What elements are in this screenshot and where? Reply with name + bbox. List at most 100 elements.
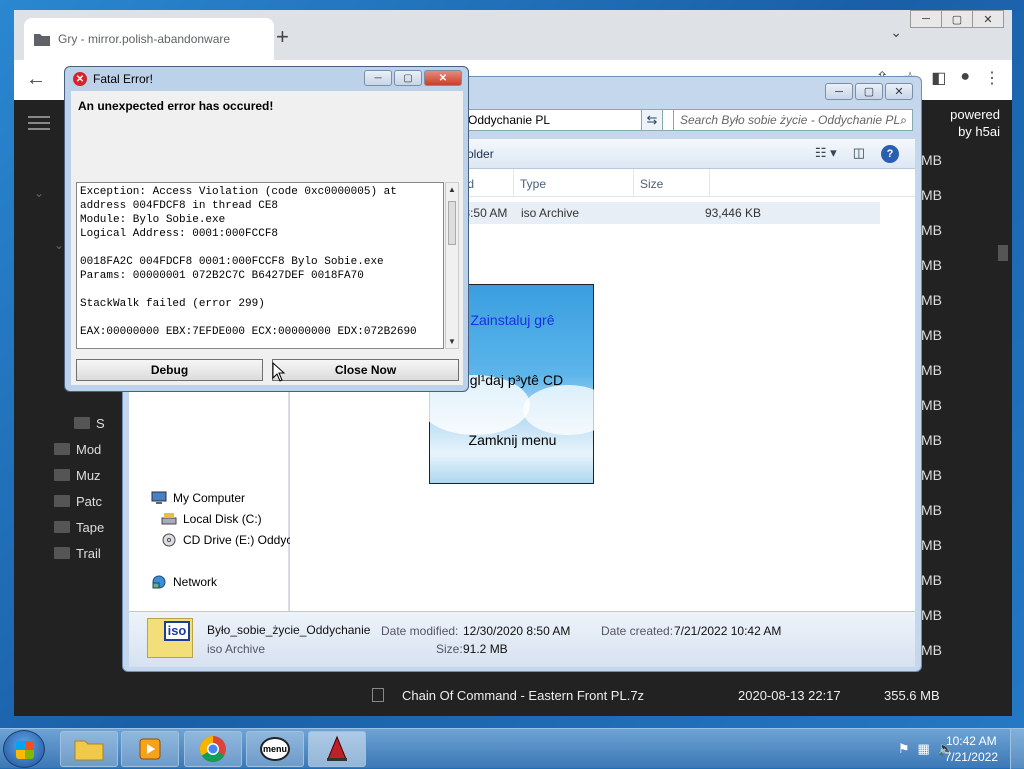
new-folder-button[interactable]: older	[467, 147, 494, 161]
size-unit: MB	[921, 397, 942, 413]
hamburger-menu-icon[interactable]	[28, 116, 50, 130]
explorer-window-controls: ─ ▢ ✕	[825, 83, 913, 100]
mouse-cursor-icon	[272, 362, 286, 382]
page-scrollbar[interactable]	[998, 245, 1008, 261]
taskbar-media-player[interactable]	[121, 731, 179, 767]
back-arrow-icon[interactable]: ←	[26, 68, 46, 91]
menu-app-icon: menu	[260, 737, 290, 761]
file-date: 2020-08-13 22:17	[738, 687, 841, 703]
media-player-icon	[139, 738, 161, 760]
tree-item-label: Muz	[76, 467, 101, 483]
tree-item-label: S	[96, 415, 105, 431]
details-size: 91.2 MB	[463, 642, 508, 656]
tree-item-label: Mod	[76, 441, 102, 457]
file-size: 93,446 KB	[704, 206, 761, 220]
network-icon	[152, 575, 166, 589]
maximize-icon[interactable]: ▢	[394, 70, 422, 86]
search-icon[interactable]: ⌕	[900, 113, 907, 128]
dialog-titlebar[interactable]: ✕ Fatal Error!	[73, 72, 153, 86]
kebab-menu-icon[interactable]: ⋮	[984, 68, 1000, 88]
new-tab-icon[interactable]: +	[276, 24, 289, 50]
details-date-created-label: Date created:	[601, 624, 674, 638]
view-options-icon[interactable]: ☷ ▾	[815, 145, 837, 163]
folder-icon	[74, 740, 104, 761]
taskbar-menu-app[interactable]: menu	[246, 731, 304, 767]
search-input[interactable]: Search Było sobie życie - Oddychanie PL …	[673, 109, 913, 131]
nav-my-computer[interactable]: My Computer	[151, 491, 245, 505]
size-unit: MB	[921, 327, 942, 343]
minimize-icon[interactable]: ─	[825, 83, 853, 100]
scroll-thumb[interactable]	[448, 201, 456, 245]
stack-trace-box[interactable]: Exception: Access Violation (code 0xc000…	[76, 182, 444, 349]
game-app-icon	[327, 735, 347, 761]
minimize-icon[interactable]: ─	[364, 70, 392, 86]
nav-label: Local Disk (C:)	[183, 512, 262, 526]
scroll-up-icon[interactable]: ▲	[448, 185, 456, 194]
close-icon[interactable]: ✕	[424, 70, 462, 86]
taskbar-game-app[interactable]	[308, 731, 366, 767]
file-list-row[interactable]: Chain Of Command - Eastern Front PL.7z 2…	[372, 683, 992, 707]
size-unit: MB	[921, 502, 942, 518]
network-status-icon[interactable]: ▦	[918, 741, 930, 757]
clock-date: 7/21/2022	[944, 750, 998, 764]
address-text: Oddychanie PL	[468, 113, 551, 127]
powered-by[interactable]: powered by h5ai	[950, 106, 1000, 140]
dialog-body: An unexpected error has occured! Excepti…	[71, 91, 463, 385]
nav-cd-drive[interactable]: CD Drive (E:) Oddycl	[161, 533, 295, 547]
details-date-created: 7/21/2022 10:42 AM	[674, 624, 782, 638]
taskbar-explorer[interactable]	[60, 731, 118, 767]
folder-icon	[54, 469, 70, 481]
chrome-window-controls: ─ ▢ ✕	[910, 10, 1004, 28]
view-icons: ☷ ▾ ◫ ?	[815, 145, 899, 163]
show-desktop-button[interactable]	[1010, 729, 1024, 769]
close-now-button[interactable]: Close Now	[272, 359, 459, 381]
close-menu-option[interactable]: Zamknij menu	[430, 432, 595, 448]
tab-search-chevron-icon[interactable]: ⌄	[890, 24, 902, 41]
size-unit: MB	[921, 187, 942, 203]
action-center-icon[interactable]: ⚑	[898, 741, 910, 757]
tab-strip: Gry - mirror.polish-abandonware + ⌄ ─ ▢ …	[14, 10, 1012, 60]
details-date-modified-label: Date modified:	[381, 624, 459, 638]
size-unit: MB	[921, 432, 942, 448]
profile-icon[interactable]: ●	[960, 68, 970, 88]
nav-network[interactable]: Network	[151, 575, 217, 589]
file-type: iso Archive	[521, 206, 580, 220]
debug-button[interactable]: Debug	[76, 359, 263, 381]
scroll-down-icon[interactable]: ▼	[448, 337, 456, 346]
preview-pane-icon[interactable]: ◫	[853, 145, 865, 163]
trace-scrollbar[interactable]: ▲ ▼	[445, 182, 459, 349]
chrome-icon	[199, 735, 226, 763]
powered-line-1: powered	[950, 107, 1000, 122]
details-date-modified: 12/30/2020 8:50 AM	[463, 624, 571, 638]
system-clock[interactable]: 10:42 AM 7/21/2022	[945, 733, 998, 765]
taskbar: menu ⚑ ▦ 🔈 10:42 AM 7/21/2022	[0, 728, 1024, 769]
chevron-down-icon[interactable]: ⌄	[54, 238, 64, 252]
browser-tab[interactable]: Gry - mirror.polish-abandonware	[24, 18, 274, 60]
refresh-icon[interactable]: ⇆	[641, 109, 663, 131]
clock-time: 10:42 AM	[945, 734, 997, 748]
nav-local-disk[interactable]: Local Disk (C:)	[161, 512, 262, 526]
maximize-icon[interactable]: ▢	[855, 83, 883, 100]
help-icon[interactable]: ?	[881, 145, 899, 163]
search-placeholder: Search Było sobie życie - Oddychanie PL	[680, 113, 901, 127]
size-unit: MB	[921, 152, 942, 168]
size-column: MB MB MB MB MB MB MB MB MB MB MB MB MB M…	[921, 150, 942, 675]
stack-trace-text: Exception: Access Violation (code 0xc000…	[80, 186, 417, 338]
size-unit: MB	[921, 292, 942, 308]
chevron-down-icon[interactable]: ⌄	[34, 186, 44, 200]
folder-icon	[34, 33, 50, 46]
column-header-size[interactable]: Size	[634, 169, 710, 196]
close-icon[interactable]: ✕	[885, 83, 913, 100]
size-unit: MB	[921, 362, 942, 378]
start-button[interactable]	[3, 730, 45, 768]
close-icon[interactable]: ✕	[972, 10, 1004, 28]
folder-icon	[54, 495, 70, 507]
tree-item-label: Tape	[76, 519, 105, 535]
fatal-error-dialog: ✕ Fatal Error! ─ ▢ ✕ An unexpected error…	[64, 66, 469, 392]
column-header-type[interactable]: Type	[514, 169, 634, 196]
cloud-decoration	[523, 385, 613, 435]
side-panel-icon[interactable]: ◧	[931, 68, 946, 88]
maximize-icon[interactable]: ▢	[941, 10, 973, 28]
taskbar-chrome[interactable]	[184, 731, 242, 767]
minimize-icon[interactable]: ─	[910, 10, 942, 28]
